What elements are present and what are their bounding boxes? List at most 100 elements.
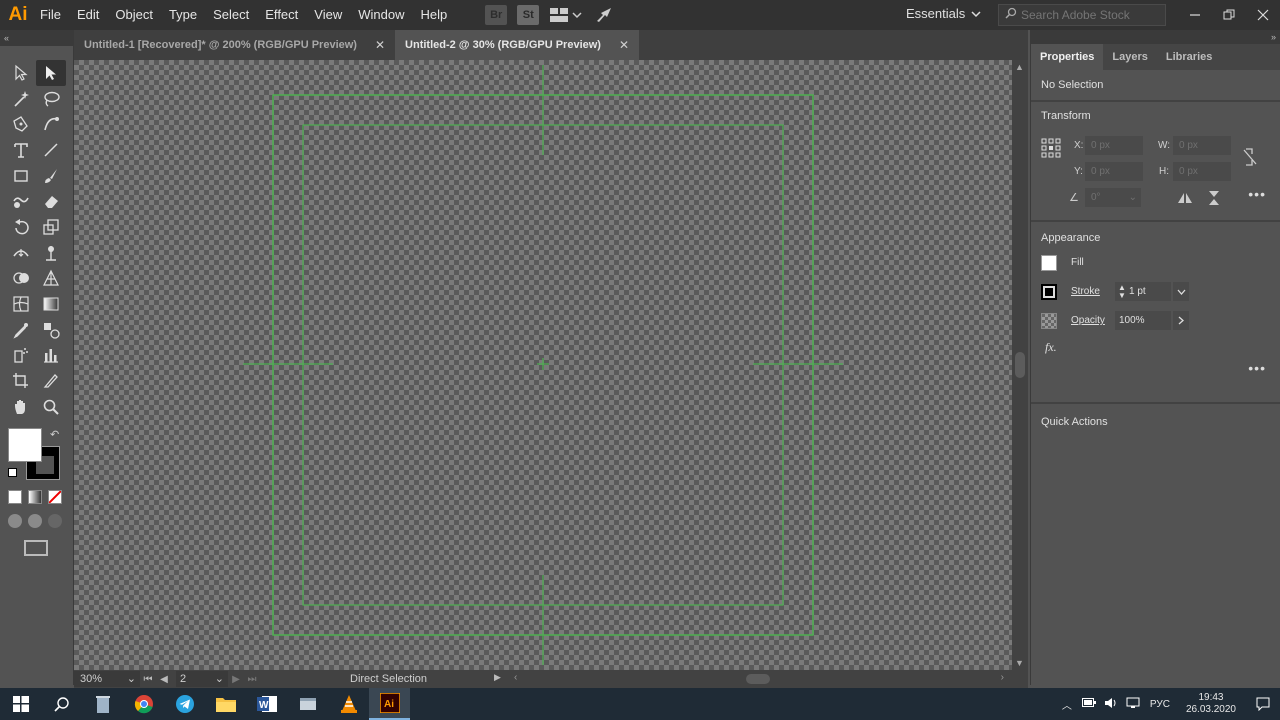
app-window-icon[interactable] — [287, 688, 328, 720]
magic-wand-tool-icon[interactable] — [6, 86, 36, 112]
y-field[interactable]: 0 px — [1085, 162, 1143, 181]
none-button[interactable] — [48, 490, 62, 504]
recycle-bin-icon[interactable] — [82, 688, 123, 720]
search-input[interactable] — [1021, 8, 1161, 22]
tab-properties[interactable]: Properties — [1031, 44, 1104, 70]
default-fill-stroke-icon[interactable] — [8, 468, 17, 477]
eraser-tool-icon[interactable] — [36, 188, 66, 214]
stepper-icon[interactable]: ▲ ▼ — [1115, 283, 1129, 300]
previous-artboard-icon[interactable]: ◀ — [156, 674, 172, 685]
clock[interactable]: 19:43 26.03.2020 — [1186, 692, 1236, 716]
perspective-grid-tool-icon[interactable] — [36, 266, 66, 292]
chevron-down-icon[interactable] — [1173, 282, 1189, 301]
tab-untitled-2[interactable]: Untitled-2 @ 30% (RGB/GPU Preview) ✕ — [395, 30, 640, 60]
file-explorer-icon[interactable] — [205, 688, 246, 720]
zoom-tool-icon[interactable] — [36, 394, 66, 420]
color-button[interactable] — [8, 490, 22, 504]
status-menu-icon[interactable]: ▶ — [494, 672, 501, 683]
artboard-number-field[interactable]: 2 ⌄ — [176, 671, 228, 687]
gradient-tool-icon[interactable] — [36, 291, 66, 317]
draw-behind-icon[interactable] — [28, 514, 42, 528]
chevron-right-icon[interactable]: › — [1001, 672, 1004, 683]
flip-horizontal-icon[interactable] — [1177, 191, 1193, 210]
language-indicator[interactable]: РУС — [1150, 699, 1170, 710]
menu-view[interactable]: View — [306, 0, 350, 30]
opacity-label[interactable]: Opacity — [1071, 315, 1115, 326]
paintbrush-tool-icon[interactable] — [36, 163, 66, 189]
rotate-tool-icon[interactable] — [6, 214, 36, 240]
w-field[interactable]: 0 px — [1173, 136, 1231, 155]
windows-start-icon[interactable] — [0, 688, 41, 720]
stroke-color-swatch[interactable] — [1041, 283, 1057, 300]
shaper-tool-icon[interactable] — [6, 188, 36, 214]
hand-tool-icon[interactable] — [6, 394, 36, 420]
shape-builder-tool-icon[interactable] — [6, 266, 36, 292]
flip-vertical-icon[interactable] — [1207, 190, 1221, 211]
column-graph-tool-icon[interactable] — [36, 343, 66, 369]
more-options-icon[interactable]: ••• — [1248, 186, 1266, 202]
arrange-documents-icon[interactable] — [549, 5, 571, 25]
gpu-performance-icon[interactable] — [593, 5, 615, 25]
swap-fill-stroke-icon[interactable]: ↶ — [50, 428, 59, 441]
chevron-up-icon[interactable]: ︿ — [1062, 697, 1072, 712]
scale-tool-icon[interactable] — [36, 214, 66, 240]
canvas[interactable] — [74, 60, 1012, 670]
last-artboard-icon[interactable]: ⏭ — [244, 674, 260, 685]
direct-selection-tool-icon[interactable] — [36, 60, 66, 86]
tab-layers[interactable]: Layers — [1103, 44, 1156, 70]
selection-tool-icon[interactable] — [6, 60, 36, 86]
draw-inside-icon[interactable] — [48, 514, 62, 528]
close-icon[interactable] — [1246, 0, 1280, 30]
chevron-right-icon[interactable] — [1173, 311, 1189, 330]
stroke-weight-field[interactable]: ▲ ▼ 1 pt — [1115, 282, 1171, 301]
search-icon[interactable] — [41, 688, 82, 720]
minimize-icon[interactable] — [1178, 0, 1212, 30]
menu-effect[interactable]: Effect — [257, 0, 306, 30]
puppet-warp-tool-icon[interactable] — [36, 240, 66, 266]
curvature-tool-icon[interactable] — [36, 111, 66, 137]
line-segment-tool-icon[interactable] — [36, 137, 66, 163]
menu-type[interactable]: Type — [161, 0, 205, 30]
lasso-tool-icon[interactable] — [36, 86, 66, 112]
close-icon[interactable]: ✕ — [619, 38, 629, 52]
reference-point-icon[interactable] — [1041, 138, 1061, 163]
restore-icon[interactable] — [1212, 0, 1246, 30]
stroke-label[interactable]: Stroke — [1071, 286, 1115, 297]
menu-edit[interactable]: Edit — [69, 0, 107, 30]
constrain-proportions-icon[interactable] — [1243, 148, 1257, 171]
vertical-scrollbar[interactable]: ▲ ▼ — [1012, 60, 1028, 670]
zoom-level-field[interactable]: 30% ⌄ — [74, 671, 140, 687]
x-field[interactable]: 0 px — [1085, 136, 1143, 155]
chevron-up-icon[interactable]: ▲ — [1015, 62, 1024, 72]
fill-color-swatch[interactable] — [1041, 254, 1057, 271]
menu-file[interactable]: File — [36, 0, 69, 30]
chevron-left-icon[interactable]: ‹ — [514, 672, 517, 683]
gradient-button[interactable] — [28, 490, 42, 504]
vertical-scroll-thumb[interactable] — [1015, 352, 1025, 378]
notifications-icon[interactable] — [1246, 697, 1280, 711]
tab-untitled-1[interactable]: Untitled-1 [Recovered]* @ 200% (RGB/GPU … — [74, 30, 395, 60]
draw-normal-icon[interactable] — [8, 514, 22, 528]
h-field[interactable]: 0 px — [1173, 162, 1231, 181]
panel-collapse[interactable]: » — [1031, 30, 1280, 44]
menu-window[interactable]: Window — [350, 0, 412, 30]
word-icon[interactable]: W — [246, 688, 287, 720]
mesh-tool-icon[interactable] — [6, 291, 36, 317]
chevron-down-icon[interactable]: ▼ — [1015, 658, 1024, 668]
next-artboard-icon[interactable]: ▶ — [228, 674, 244, 685]
horizontal-scrollbar[interactable]: ▶ ‹ › — [494, 672, 1004, 686]
fx-button[interactable]: fx. — [1035, 340, 1057, 355]
eyedropper-tool-icon[interactable] — [6, 317, 36, 343]
network-icon[interactable] — [1126, 697, 1140, 712]
workspace-switcher[interactable]: Essentials — [906, 6, 981, 21]
opacity-field[interactable]: 100% — [1115, 311, 1171, 330]
blend-tool-icon[interactable] — [36, 317, 66, 343]
tab-libraries[interactable]: Libraries — [1157, 44, 1221, 70]
type-tool-icon[interactable] — [6, 137, 36, 163]
stock-button[interactable]: St — [517, 5, 540, 25]
pen-tool-icon[interactable] — [6, 111, 36, 137]
illustrator-taskbar-icon[interactable]: Ai — [369, 688, 410, 720]
width-tool-icon[interactable] — [6, 240, 36, 266]
chevron-down-icon[interactable] — [571, 5, 583, 25]
more-options-icon[interactable]: ••• — [1248, 360, 1266, 376]
